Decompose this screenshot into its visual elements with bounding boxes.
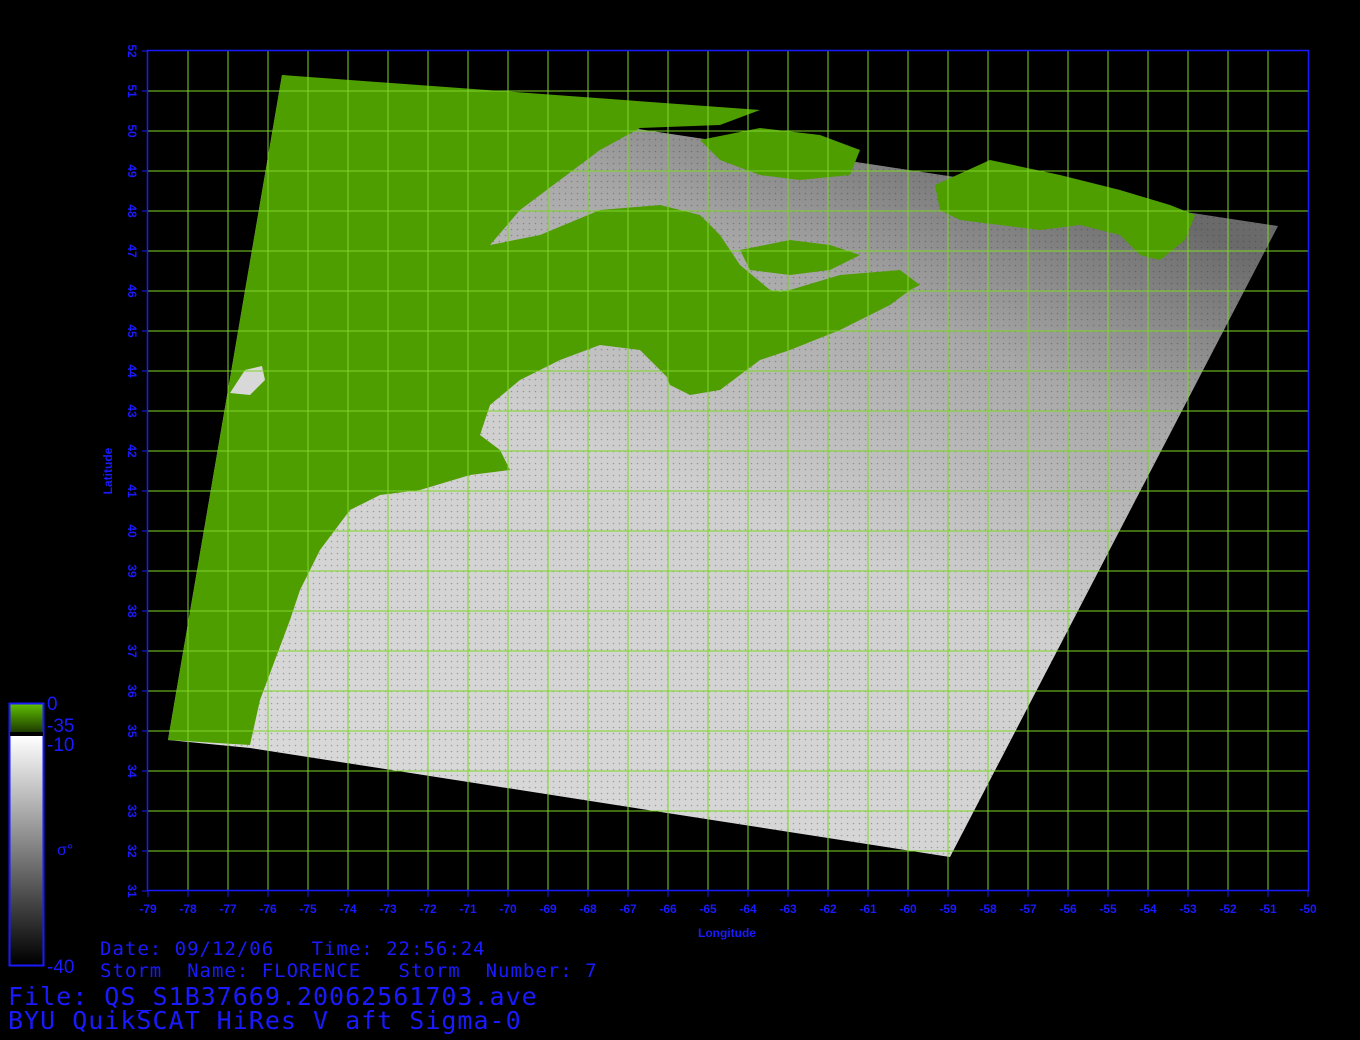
y-tick-label: 50 bbox=[125, 124, 139, 138]
x-tick-label: -65 bbox=[699, 902, 717, 916]
y-tick-label: 34 bbox=[125, 764, 139, 778]
x-tick-label: -69 bbox=[539, 902, 557, 916]
y-axis-title: Latitude bbox=[101, 447, 115, 494]
x-tick-label: -53 bbox=[1179, 902, 1197, 916]
x-tick-label: -70 bbox=[499, 902, 517, 916]
x-tick-label: -60 bbox=[899, 902, 917, 916]
x-tick-label: -51 bbox=[1259, 902, 1277, 916]
x-tick-label: -79 bbox=[139, 902, 157, 916]
y-tick-label: 46 bbox=[125, 284, 139, 298]
colorbar-land-max: 0 bbox=[47, 694, 58, 715]
x-tick-label: -72 bbox=[419, 902, 437, 916]
colorbar-symbol: σ° bbox=[57, 842, 74, 859]
x-tick-label: -52 bbox=[1219, 902, 1237, 916]
y-tick-label: 45 bbox=[125, 324, 139, 338]
x-tick-label: -55 bbox=[1099, 902, 1117, 916]
y-tick-label: 47 bbox=[125, 244, 139, 258]
y-tick-label: 37 bbox=[125, 644, 139, 658]
date-time-line: Date: 09/12/06 Time: 22:56:24 bbox=[100, 938, 486, 960]
y-tick-label: 48 bbox=[125, 204, 139, 218]
y-tick-label: 38 bbox=[125, 604, 139, 618]
y-tick-label: 49 bbox=[125, 164, 139, 178]
y-tick-label: 33 bbox=[125, 804, 139, 818]
x-tick-label: -61 bbox=[859, 902, 877, 916]
x-tick-label: -59 bbox=[939, 902, 957, 916]
y-tick-label: 51 bbox=[125, 84, 139, 98]
x-tick-label: -76 bbox=[259, 902, 277, 916]
x-axis-ticks: -79 -78 -77 -76 -75 -74 -73 -72 -71 -70 -69 -68 -67 -… bbox=[139, 891, 1317, 916]
x-tick-label: -67 bbox=[619, 902, 637, 916]
y-tick-label: 40 bbox=[125, 524, 139, 538]
x-tick-label: -71 bbox=[459, 902, 477, 916]
x-tick-label: -78 bbox=[179, 902, 197, 916]
colorbar-ocean-max: -10 bbox=[47, 735, 75, 756]
x-tick-label: -50 bbox=[1299, 902, 1317, 916]
x-tick-label: -64 bbox=[739, 902, 757, 916]
x-tick-label: -56 bbox=[1059, 902, 1077, 916]
y-tick-label: 32 bbox=[125, 844, 139, 858]
x-tick-label: -57 bbox=[1019, 902, 1037, 916]
colorbar-ocean-min: -40 bbox=[47, 957, 75, 978]
colorbar bbox=[8, 702, 45, 967]
y-tick-label: 52 bbox=[125, 44, 139, 58]
y-tick-label: 43 bbox=[125, 404, 139, 418]
y-tick-label: 36 bbox=[125, 684, 139, 698]
y-axis-ticks: 31 32 33 34 35 36 37 38 39 40 41 42 43 44 45 46 47 48 49 50… bbox=[125, 44, 148, 898]
y-tick-label: 35 bbox=[125, 724, 139, 738]
map-figure: -79 -78 -77 -76 -75 -74 -73 -72 -71 -70 -69 -68 -67 -… bbox=[8, 44, 1317, 967]
x-tick-label: -63 bbox=[779, 902, 797, 916]
x-tick-label: -77 bbox=[219, 902, 237, 916]
x-tick-label: -68 bbox=[579, 902, 597, 916]
x-tick-label: -74 bbox=[339, 902, 357, 916]
storm-line: Storm Name: FLORENCE Storm Number: 7 bbox=[100, 960, 598, 982]
y-tick-label: 41 bbox=[125, 484, 139, 498]
y-tick-label: 31 bbox=[125, 884, 139, 898]
x-tick-label: -75 bbox=[299, 902, 317, 916]
x-tick-label: -62 bbox=[819, 902, 837, 916]
x-tick-label: -54 bbox=[1139, 902, 1157, 916]
product-line: BYU QuikSCAT HiRes V aft Sigma-0 bbox=[8, 1006, 522, 1035]
y-tick-label: 39 bbox=[125, 564, 139, 578]
y-tick-label: 42 bbox=[125, 444, 139, 458]
x-axis-title: Longitude bbox=[698, 926, 756, 940]
x-tick-label: -73 bbox=[379, 902, 397, 916]
x-tick-label: -58 bbox=[979, 902, 997, 916]
x-tick-label: -66 bbox=[659, 902, 677, 916]
y-tick-label: 44 bbox=[125, 364, 139, 378]
